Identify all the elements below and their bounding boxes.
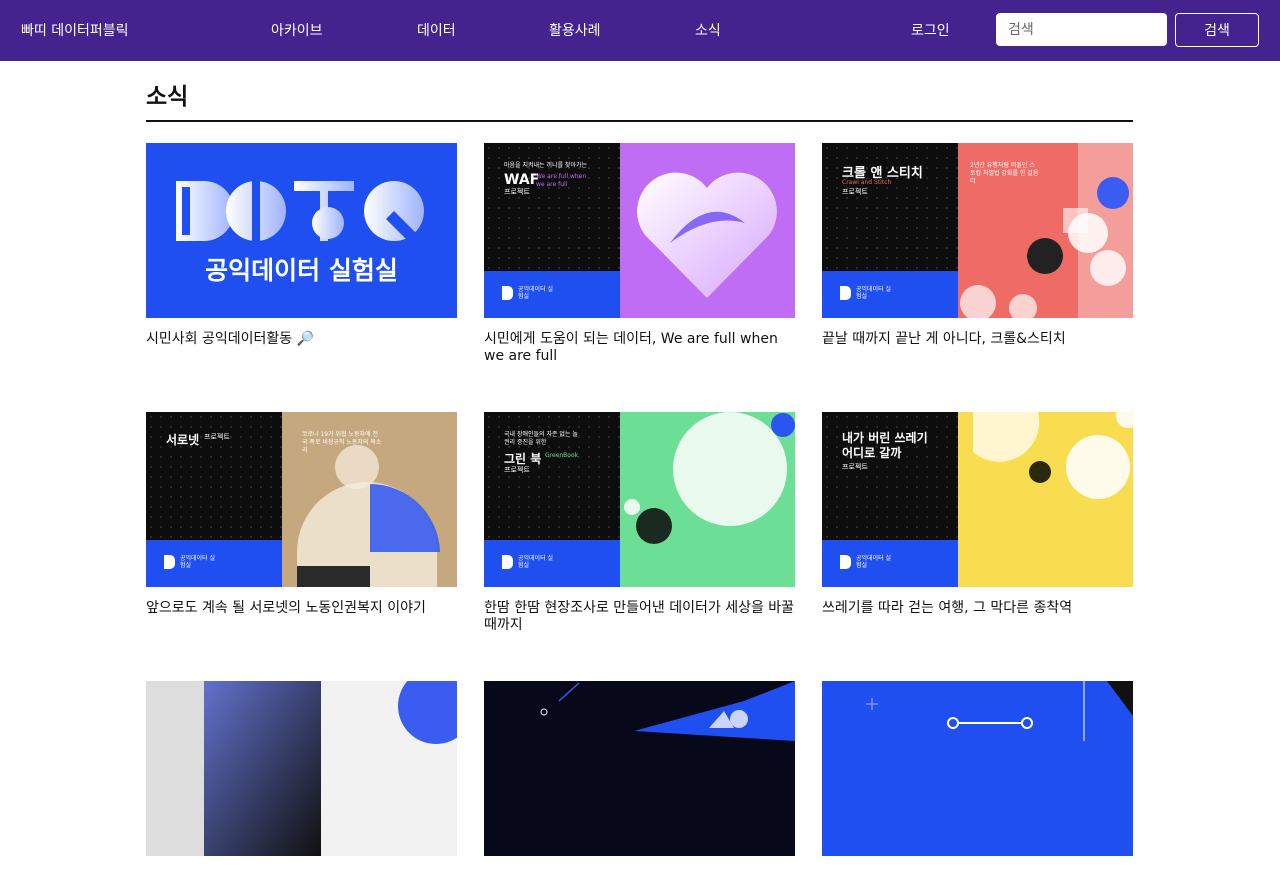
thumbnail-art-panel [620,412,795,587]
search-button[interactable]: 검색 [1175,13,1259,47]
thumbnail-brand: 공익데이터 실험실 [856,286,892,300]
news-card[interactable]: 내가 버린 쓰레기 어디로 갈까 프로젝트 공익데이터 실험실 쓰레기를 따라 … [822,412,1133,617]
card-thumbnail: 내가 버린 쓰레기 어디로 갈까 프로젝트 공익데이터 실험실 [822,412,1133,587]
title-divider [146,120,1133,122]
news-card[interactable]: 공익데이터 실험실 시민사회 공익데이터활동 🔎 [146,143,457,348]
lab-logo-icon [502,286,513,300]
card-thumbnail [822,681,1133,856]
card-title[interactable]: 한땀 한땀 현장조사로 만들어낸 데이터가 세상을 바꿀 때까지 [484,600,795,634]
login-link[interactable]: 로그인 [911,20,950,40]
card-title[interactable]: 끝날 때까지 끝난 게 아니다, 크롤&스티치 [822,331,1133,348]
nav-item-data[interactable]: 데이터 [417,20,456,40]
thumbnail-art-panel [958,412,1133,587]
trash-shapes-graphic [973,412,1133,499]
abstract-gradient-graphic [146,681,457,856]
thumbnail-headline: WAF [504,172,540,188]
thumbnail-subtitle: We are full when we are full [536,173,587,188]
thumbnail-subtitle: Crawl and Stitch [842,179,892,186]
lab-logo-icon [840,555,851,569]
nav-item-use-cases[interactable]: 활용사례 [549,20,601,40]
search-input[interactable] [996,13,1167,46]
page-title: 소식 [146,84,189,110]
card-thumbnail: 국내 장애인들의 자존 없는 놀 권리 증진을 위한 그린 북 GreenBoo… [484,412,795,587]
thumbnail-brand: 공익데이터 실험실 [856,555,892,569]
lab-logo-icon [840,286,851,300]
news-card[interactable] [146,681,457,869]
news-card[interactable]: 서로넷 프로젝트 공익데이터 실험실 코로나 19가 위협 노동자에 전국 폭로… [146,412,457,617]
thumbnail-headline: 공익데이터 실험실 [205,256,398,285]
card-thumbnail: 마음을 지켜내는 끼니를 찾아가는 WAF We are full when w… [484,143,795,318]
thumbnail-kicker: 국내 장애인들의 자존 없는 놀 권리 증진을 위한 [504,431,578,446]
news-card[interactable] [822,681,1133,869]
spheres-graphic [624,412,795,544]
card-thumbnail [484,681,795,856]
nav-item-archive[interactable]: 아카이브 [271,20,323,40]
card-title[interactable]: 앞으로도 계속 될 서로넷의 노동인권복지 이야기 [146,600,457,617]
news-card[interactable]: 국내 장애인들의 자존 없는 놀 권리 증진을 위한 그린 북 GreenBoo… [484,412,795,634]
site-brand[interactable]: 빠띠 데이터퍼블릭 [21,20,129,40]
thumbnail-art-panel [620,143,795,318]
abstract-nodes-graphic [866,681,1133,741]
news-card[interactable]: 마음을 지켜내는 끼니를 찾아가는 WAF We are full when w… [484,143,795,365]
thumbnail-brand: 공익데이터 실험실 [180,555,216,569]
heart-graphic [637,172,777,298]
lab-logo-icon [164,555,175,569]
thumbnail-headline: 서로넷 [166,433,200,447]
thumbnail-note: 2년간 유행처럼 떠돌던 스토킹 처벌법 강화를 한 걸음 더 [970,162,1039,185]
thumbnail-tag: 프로젝트 [842,188,868,196]
card-title[interactable]: 쓰레기를 따라 걷는 여행, 그 막다른 종착역 [822,600,1133,617]
thumbnail-headline: 그린 북 [504,452,542,466]
card-title[interactable]: 시민에게 도움이 되는 데이터, We are full when we are… [484,331,795,365]
top-navigation-bar: 빠띠 데이터퍼블릭 아카이브 데이터 활용사례 소식 로그인 검색 [0,0,1280,61]
card-thumbnail: 크롤 앤 스티치 Crawl and Stitch 프로젝트 공익데이터 실험실… [822,143,1133,318]
card-title[interactable]: 시민사회 공익데이터활동 🔎 [146,331,457,348]
card-thumbnail [146,681,457,856]
card-thumbnail: 공익데이터 실험실 [146,143,457,318]
data-logo-graphic [176,181,424,241]
lab-logo-icon [502,555,513,569]
thumbnail-brand: 공익데이터 실험실 [518,555,554,569]
abstract-space-graphic [540,681,795,741]
thumbnail-subtitle: GreenBook [545,452,579,459]
thumbnail-note: 코로나 19가 위협 노동자에 전국 폭로 비정규직 노동자의 목소리 [302,431,382,454]
news-card[interactable]: 크롤 앤 스티치 Crawl and Stitch 프로젝트 공익데이터 실험실… [822,143,1133,348]
thumbnail-headline: 내가 버린 쓰레기 어디로 갈까 [842,431,928,460]
card-thumbnail: 서로넷 프로젝트 공익데이터 실험실 코로나 19가 위협 노동자에 전국 폭로… [146,412,457,587]
news-card[interactable] [484,681,795,869]
thumbnail-kicker: 마음을 지켜내는 끼니를 찾아가는 [504,162,588,169]
thumbnail-tag: 프로젝트 [504,188,530,196]
thumbnail-brand: 공익데이터 실험실 [518,286,554,300]
nav-item-news[interactable]: 소식 [695,20,721,40]
thumbnail-tag: 프로젝트 [204,433,230,441]
thumbnail-tag: 프로젝트 [504,466,530,474]
thumbnail-tag: 프로젝트 [842,463,868,471]
